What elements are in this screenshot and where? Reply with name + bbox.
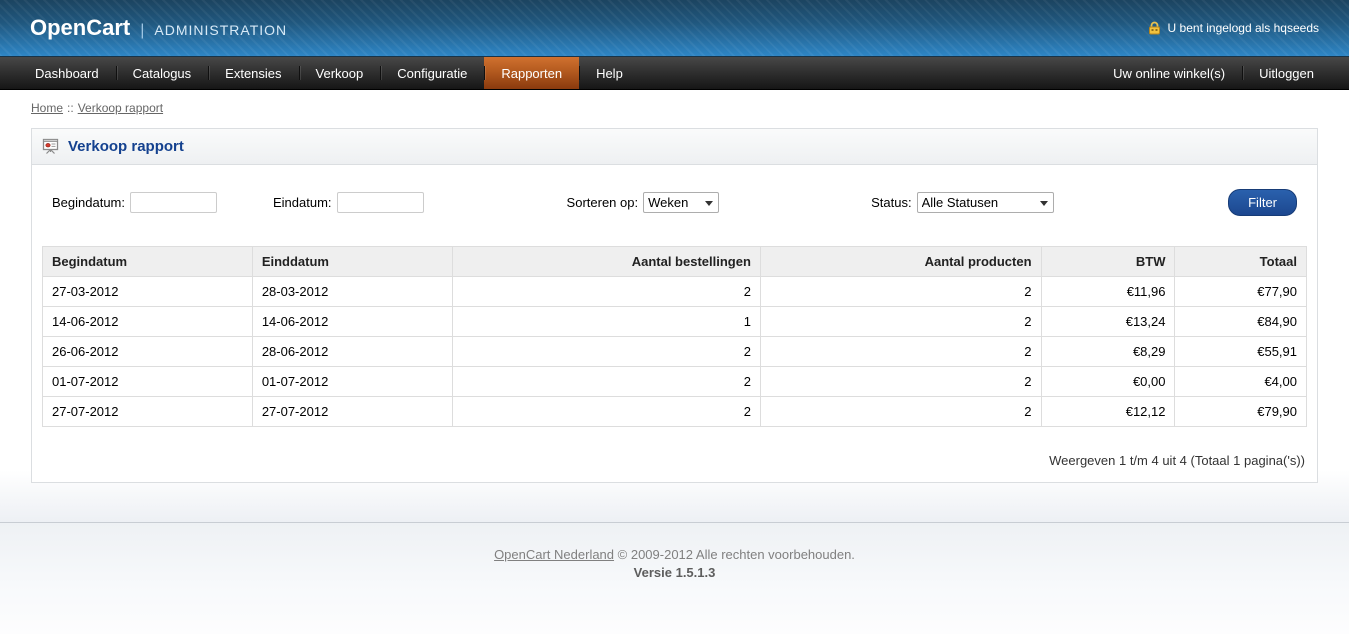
- pagination-status: Weergeven 1 t/m 4 uit 4 (Totaal 1 pagina…: [42, 453, 1307, 468]
- report-panel: Verkoop rapport Begindatum: Eindatum: So…: [31, 128, 1318, 483]
- sort-select[interactable]: Weken: [643, 192, 719, 213]
- status-select-wrap: Alle Statusen: [917, 192, 1054, 213]
- page-title: Verkoop rapport: [68, 138, 184, 155]
- table-header-row: Begindatum Einddatum Aantal bestellingen…: [43, 247, 1307, 277]
- cell-btw: €11,96: [1041, 277, 1175, 307]
- end-date-input[interactable]: [337, 192, 424, 213]
- cell-bestellingen: 1: [452, 307, 760, 337]
- cell-btw: €8,29: [1041, 337, 1175, 367]
- table-row: 14-06-2012 14-06-2012 1 2 €13,24 €84,90: [43, 307, 1307, 337]
- begin-date-label: Begindatum:: [52, 195, 125, 210]
- cell-producten: 2: [760, 337, 1041, 367]
- footer-copyright-line: OpenCart Nederland © 2009-2012 Alle rech…: [0, 547, 1349, 562]
- logo-text: OpenCart: [30, 15, 130, 41]
- nav-right: Uw online winkel(s) Uitloggen: [1096, 57, 1331, 89]
- sort-label: Sorteren op:: [567, 195, 639, 210]
- cell-einddatum: 01-07-2012: [252, 367, 452, 397]
- table-row: 27-03-2012 28-03-2012 2 2 €11,96 €77,90: [43, 277, 1307, 307]
- cell-bestellingen: 2: [452, 277, 760, 307]
- nav-item-configuratie[interactable]: Configuratie: [380, 57, 484, 89]
- footer-version: Versie 1.5.1.3: [0, 565, 1349, 580]
- cell-begindatum: 01-07-2012: [43, 367, 253, 397]
- status-label: Status:: [871, 195, 911, 210]
- panel-heading: Verkoop rapport: [32, 129, 1317, 165]
- presentation-chart-icon: [42, 138, 59, 155]
- nav-item-extensies[interactable]: Extensies: [208, 57, 298, 89]
- cell-producten: 2: [760, 277, 1041, 307]
- cell-totaal: €77,90: [1175, 277, 1307, 307]
- nav-item-catalogus[interactable]: Catalogus: [116, 57, 209, 89]
- cell-totaal: €4,00: [1175, 367, 1307, 397]
- logo: OpenCart | ADMINISTRATION: [30, 15, 287, 41]
- app-footer: OpenCart Nederland © 2009-2012 Alle rech…: [0, 522, 1349, 634]
- begin-date-group: Begindatum:: [52, 192, 217, 213]
- nav-item-dashboard[interactable]: Dashboard: [18, 57, 116, 89]
- cell-bestellingen: 2: [452, 337, 760, 367]
- col-begindatum: Begindatum: [43, 247, 253, 277]
- footer-copyright-text: © 2009-2012 Alle rechten voorbehouden.: [618, 547, 855, 562]
- col-totaal: Totaal: [1175, 247, 1307, 277]
- status-select[interactable]: Alle Statusen: [917, 192, 1054, 213]
- filter-row: Begindatum: Eindatum: Sorteren op: Weken: [42, 189, 1307, 216]
- nav-item-rapporten[interactable]: Rapporten: [484, 57, 579, 89]
- cell-btw: €12,12: [1041, 397, 1175, 427]
- cell-einddatum: 28-03-2012: [252, 277, 452, 307]
- col-aantal-bestellingen: Aantal bestellingen: [452, 247, 760, 277]
- logo-divider: |: [140, 22, 144, 40]
- cell-einddatum: 27-07-2012: [252, 397, 452, 427]
- cell-btw: €13,24: [1041, 307, 1175, 337]
- cell-producten: 2: [760, 307, 1041, 337]
- sort-group: Sorteren op: Weken: [567, 192, 720, 213]
- cell-begindatum: 26-06-2012: [43, 337, 253, 367]
- col-aantal-producten: Aantal producten: [760, 247, 1041, 277]
- cell-begindatum: 14-06-2012: [43, 307, 253, 337]
- breadcrumb: Home::Verkoop rapport: [31, 101, 1318, 115]
- breadcrumb-home-link[interactable]: Home: [31, 101, 63, 115]
- end-date-group: Eindatum:: [273, 192, 424, 213]
- cell-begindatum: 27-07-2012: [43, 397, 253, 427]
- cell-bestellingen: 2: [452, 367, 760, 397]
- login-status: U bent ingelogd als hqseeds: [1147, 21, 1319, 35]
- footer-opencart-link[interactable]: OpenCart Nederland: [494, 547, 614, 562]
- breadcrumb-separator: ::: [67, 101, 74, 115]
- cell-producten: 2: [760, 367, 1041, 397]
- nav-item-help[interactable]: Help: [579, 57, 640, 89]
- app-header: OpenCart | ADMINISTRATION U bent ingelog…: [0, 0, 1349, 57]
- table-row: 01-07-2012 01-07-2012 2 2 €0,00 €4,00: [43, 367, 1307, 397]
- sales-report-table: Begindatum Einddatum Aantal bestellingen…: [42, 246, 1307, 427]
- main-nav: Dashboard Catalogus Extensies Verkoop Co…: [0, 57, 1349, 90]
- lock-icon: [1147, 21, 1162, 35]
- col-btw: BTW: [1041, 247, 1175, 277]
- cell-totaal: €79,90: [1175, 397, 1307, 427]
- cell-producten: 2: [760, 397, 1041, 427]
- nav-left: Dashboard Catalogus Extensies Verkoop Co…: [18, 57, 640, 89]
- page-content: Home::Verkoop rapport Verkoop rapport: [0, 90, 1349, 522]
- breadcrumb-current-link[interactable]: Verkoop rapport: [78, 101, 163, 115]
- cell-begindatum: 27-03-2012: [43, 277, 253, 307]
- nav-item-online-winkels[interactable]: Uw online winkel(s): [1096, 57, 1242, 89]
- table-row: 27-07-2012 27-07-2012 2 2 €12,12 €79,90: [43, 397, 1307, 427]
- sort-select-wrap: Weken: [643, 192, 719, 213]
- cell-einddatum: 28-06-2012: [252, 337, 452, 367]
- panel-body: Begindatum: Eindatum: Sorteren op: Weken: [32, 165, 1317, 482]
- cell-btw: €0,00: [1041, 367, 1175, 397]
- cell-bestellingen: 2: [452, 397, 760, 427]
- status-group: Status: Alle Statusen: [871, 192, 1053, 213]
- end-date-label: Eindatum:: [273, 195, 332, 210]
- nav-item-uitloggen[interactable]: Uitloggen: [1242, 57, 1331, 89]
- filter-button[interactable]: Filter: [1228, 189, 1297, 216]
- login-status-text: U bent ingelogd als hqseeds: [1168, 21, 1319, 35]
- table-row: 26-06-2012 28-06-2012 2 2 €8,29 €55,91: [43, 337, 1307, 367]
- cell-totaal: €84,90: [1175, 307, 1307, 337]
- logo-subtitle: ADMINISTRATION: [154, 22, 287, 38]
- col-einddatum: Einddatum: [252, 247, 452, 277]
- nav-item-verkoop[interactable]: Verkoop: [299, 57, 381, 89]
- begin-date-input[interactable]: [130, 192, 217, 213]
- cell-einddatum: 14-06-2012: [252, 307, 452, 337]
- cell-totaal: €55,91: [1175, 337, 1307, 367]
